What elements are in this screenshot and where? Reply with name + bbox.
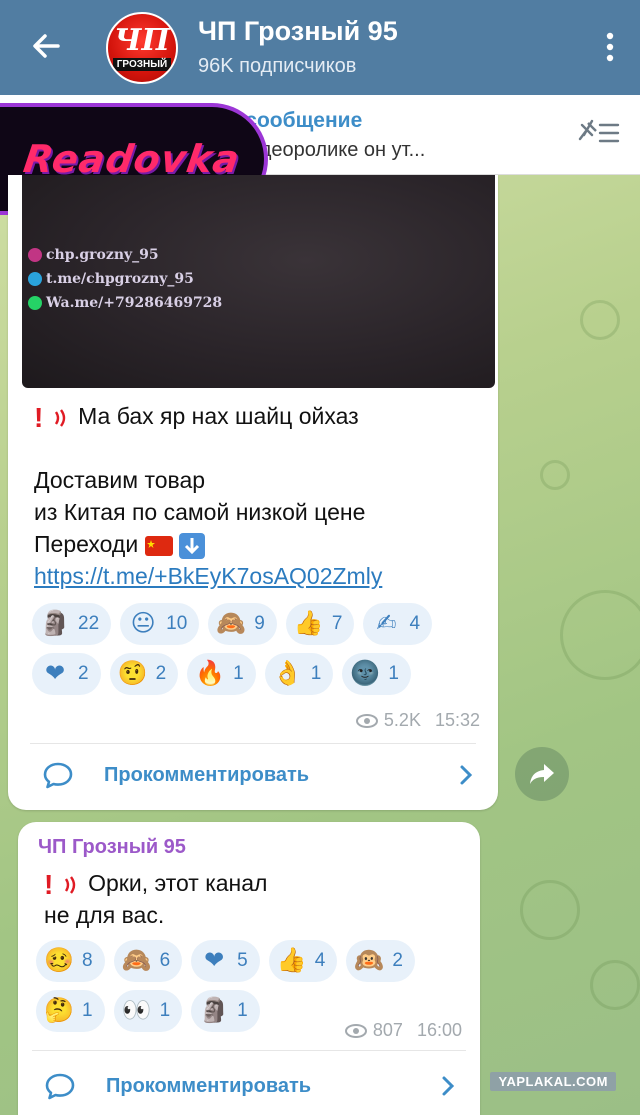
divider xyxy=(32,1050,466,1051)
reaction-chip[interactable]: ❤ 5 xyxy=(191,940,260,982)
reaction-chip[interactable]: 🤔 1 xyxy=(36,990,105,1032)
reaction-count: 10 xyxy=(166,613,188,634)
message-meta: 807 16:00 xyxy=(344,1020,462,1041)
view-count: 807 xyxy=(372,1020,403,1040)
channel-avatar[interactable]: ЧП ГРОЗНЫЙ xyxy=(106,12,178,84)
reaction-emoji-icon: 👍 xyxy=(276,947,307,974)
reaction-count: 9 xyxy=(254,613,265,634)
reaction-count: 7 xyxy=(331,613,343,634)
comment-icon xyxy=(45,1073,75,1100)
reaction-count: 1 xyxy=(82,1000,93,1021)
reaction-count: 2 xyxy=(155,663,167,684)
message-time: 16:00 xyxy=(416,1020,462,1040)
reaction-emoji-icon: 😐 xyxy=(130,610,156,637)
channel-link[interactable]: https://t.me/+BkEyK7osAQ02Zmly xyxy=(34,561,382,592)
reaction-count: 1 xyxy=(310,663,322,684)
reaction-emoji-icon: 🗿 xyxy=(40,610,70,637)
reaction-emoji-icon: 🔥 xyxy=(195,660,226,687)
reaction-count: 4 xyxy=(314,950,326,971)
message-bubble[interactable]: chp.grozny_95 t.me/chpgrozny_95 Wa.me/+7… xyxy=(8,175,498,810)
reaction-chip[interactable]: 🤨 2 xyxy=(109,653,179,695)
reaction-count: 6 xyxy=(159,950,171,971)
reaction-chip[interactable]: 🔥 1 xyxy=(187,653,256,695)
message-bubble[interactable]: ЧП Грозный 95 ! Орки, этот канал не для … xyxy=(18,822,480,1115)
sound-waves-icon xyxy=(64,876,75,894)
reaction-chip[interactable]: 👌 1 xyxy=(264,653,334,695)
chevron-right-icon xyxy=(460,765,473,785)
reaction-count: 2 xyxy=(392,950,403,971)
reaction-chip[interactable]: 🙈 9 xyxy=(208,603,277,645)
video-preview[interactable]: chp.grozny_95 t.me/chpgrozny_95 Wa.me/+7… xyxy=(22,175,495,388)
reaction-emoji-icon: 🥴 xyxy=(44,947,74,974)
views-icon xyxy=(344,1023,367,1038)
comment-icon xyxy=(43,762,73,789)
reaction-emoji-icon: 👀 xyxy=(121,997,152,1024)
reaction-emoji-icon: 🙉 xyxy=(354,947,385,974)
message-time: 15:32 xyxy=(434,710,480,730)
views-icon xyxy=(355,713,378,728)
reaction-chip[interactable]: ❤ 2 xyxy=(32,653,101,695)
whatsapp-watermark: Wa.me/+79286469728 xyxy=(28,295,222,311)
reaction-emoji-icon: 🗿 xyxy=(199,997,230,1024)
share-button[interactable] xyxy=(515,747,569,801)
reaction-chip[interactable]: ✍ 4 xyxy=(363,603,433,645)
reaction-chip[interactable]: 👍 4 xyxy=(268,940,338,982)
reaction-chip[interactable]: 🙉 2 xyxy=(346,940,415,982)
message-text: ! Ма бах яр нах шайц ойхаз xyxy=(34,402,359,434)
chat-header: ЧП ГРОЗНЫЙ ЧП Грозный 95 96K подписчиков xyxy=(0,0,640,95)
china-flag-icon xyxy=(144,535,173,556)
reaction-chip[interactable]: 🙈 6 xyxy=(113,940,183,982)
pin-list-icon[interactable] xyxy=(578,117,620,147)
chevron-right-icon xyxy=(442,1076,455,1096)
reaction-count: 4 xyxy=(409,613,421,634)
reaction-emoji-icon: 🙈 xyxy=(121,947,152,974)
reaction-emoji-icon: 🤨 xyxy=(117,660,148,687)
site-watermark: YAPLAKAL.COM xyxy=(490,1072,616,1091)
sound-waves-icon xyxy=(54,409,65,427)
sender-name[interactable]: ЧП Грозный 95 xyxy=(38,836,186,859)
share-arrow-icon xyxy=(530,764,554,784)
reaction-count: 22 xyxy=(78,613,100,634)
comment-button[interactable]: Прокомментировать xyxy=(44,1066,462,1106)
reaction-count: 1 xyxy=(233,663,244,684)
reaction-emoji-icon: ❤ xyxy=(204,947,225,974)
reaction-count: 1 xyxy=(159,1000,171,1021)
instagram-watermark: chp.grozny_95 xyxy=(28,247,159,263)
view-count: 5.2K xyxy=(383,710,421,730)
comment-button[interactable]: Прокомментировать xyxy=(42,755,480,795)
exclamation-icon: ! xyxy=(44,869,54,901)
reaction-emoji-icon: 👍 xyxy=(293,610,324,637)
reaction-count: 1 xyxy=(237,1000,248,1021)
reaction-count: 2 xyxy=(78,663,89,684)
down-arrow-icon xyxy=(178,532,205,559)
channel-title[interactable]: ЧП Грозный 95 xyxy=(198,16,398,47)
reaction-emoji-icon: 🤔 xyxy=(44,997,74,1024)
more-options-icon[interactable] xyxy=(606,32,614,62)
reaction-chip[interactable]: 👍 7 xyxy=(285,603,355,645)
reaction-emoji-icon: 🙈 xyxy=(216,610,247,637)
reaction-emoji-icon: ✍ xyxy=(376,610,397,637)
reaction-chip[interactable]: 🗿 1 xyxy=(191,990,260,1032)
reaction-emoji-icon: ❤ xyxy=(44,660,66,687)
reaction-chip[interactable]: 🥴 8 xyxy=(36,940,105,982)
reaction-count: 5 xyxy=(237,950,248,971)
reaction-chip[interactable]: 🗿 22 xyxy=(32,603,112,645)
reaction-count: 8 xyxy=(82,950,93,971)
exclamation-icon: ! xyxy=(34,402,44,434)
reaction-count: 1 xyxy=(388,663,399,684)
reaction-emoji-icon: 🌚 xyxy=(350,660,381,687)
subscriber-count: 96K подписчиков xyxy=(198,55,357,77)
message-text: ! Орки, этот канал xyxy=(44,869,268,901)
back-arrow-icon[interactable] xyxy=(28,28,64,64)
reaction-emoji-icon: 👌 xyxy=(272,660,303,687)
telegram-watermark: t.me/chpgrozny_95 xyxy=(28,271,194,287)
reaction-chip[interactable]: 👀 1 xyxy=(113,990,183,1032)
reactions-list: 🥴 8 🙈 6 ❤ 5 👍 4 🙉 2 🤔 1 👀 1 🗿 1 xyxy=(36,940,476,1032)
divider xyxy=(30,743,476,744)
message-meta: 5.2K 15:32 xyxy=(355,710,480,731)
reaction-chip[interactable]: 😐 10 xyxy=(120,603,200,645)
reactions-list: 🗿 22 😐 10 🙈 9 👍 7 ✍ 4 ❤ 2 🤨 2 🔥 1 👌 1 🌚 1 xyxy=(32,603,492,695)
reaction-chip[interactable]: 🌚 1 xyxy=(342,653,411,695)
